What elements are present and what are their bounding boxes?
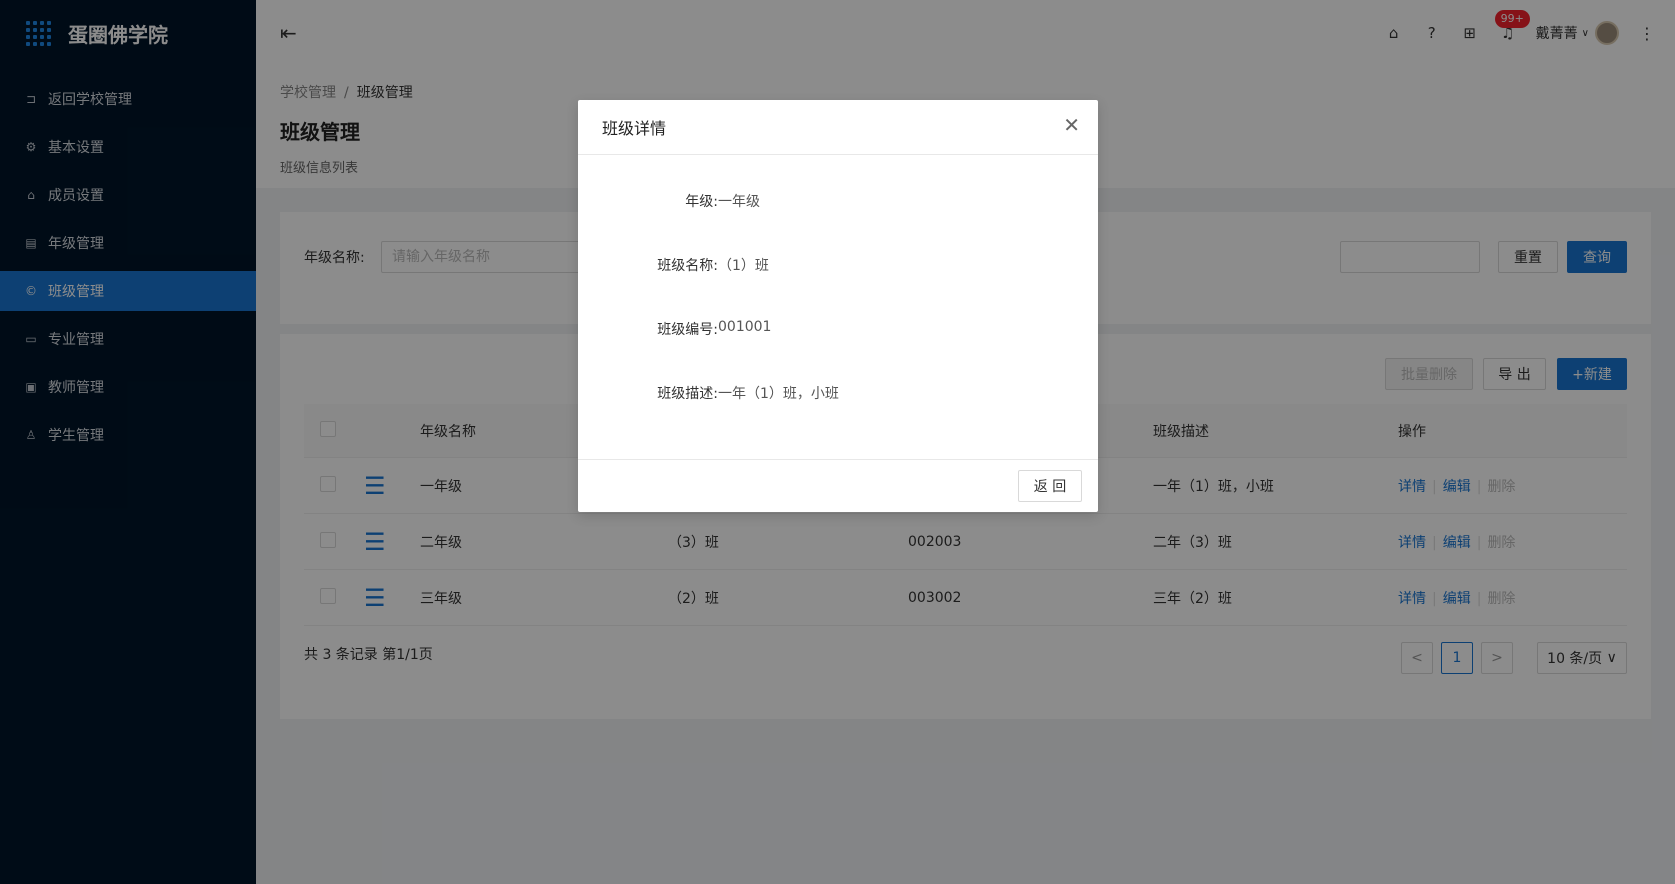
modal-header: 班级详情 [578, 100, 1098, 155]
detail-field-class-name: 班级名称: （1）班 [578, 247, 1098, 311]
class-detail-modal: 班级详情 ✕ 年级: 一年级 班级名称: （1）班 班级编号: 001001 班… [578, 100, 1098, 512]
modal-footer: 返 回 [578, 459, 1098, 512]
modal-title: 班级详情 [602, 119, 667, 138]
back-button[interactable]: 返 回 [1018, 470, 1082, 502]
field-value: 一年级 [718, 194, 760, 210]
field-label: 班级编号: [657, 322, 718, 338]
field-label: 班级名称: [657, 258, 718, 274]
field-value: （1）班 [718, 258, 769, 274]
field-value: 001001 [718, 319, 772, 335]
detail-field-grade: 年级: 一年级 [578, 183, 1098, 247]
field-label: 年级: [685, 194, 718, 210]
field-label: 班级描述: [657, 386, 718, 402]
close-icon[interactable]: ✕ [1063, 115, 1080, 135]
detail-field-class-desc: 班级描述: 一年（1）班，小班 [578, 375, 1098, 439]
detail-field-class-code: 班级编号: 001001 [578, 311, 1098, 375]
field-value: 一年（1）班，小班 [718, 386, 839, 402]
modal-body: 年级: 一年级 班级名称: （1）班 班级编号: 001001 班级描述: 一年… [578, 155, 1098, 460]
